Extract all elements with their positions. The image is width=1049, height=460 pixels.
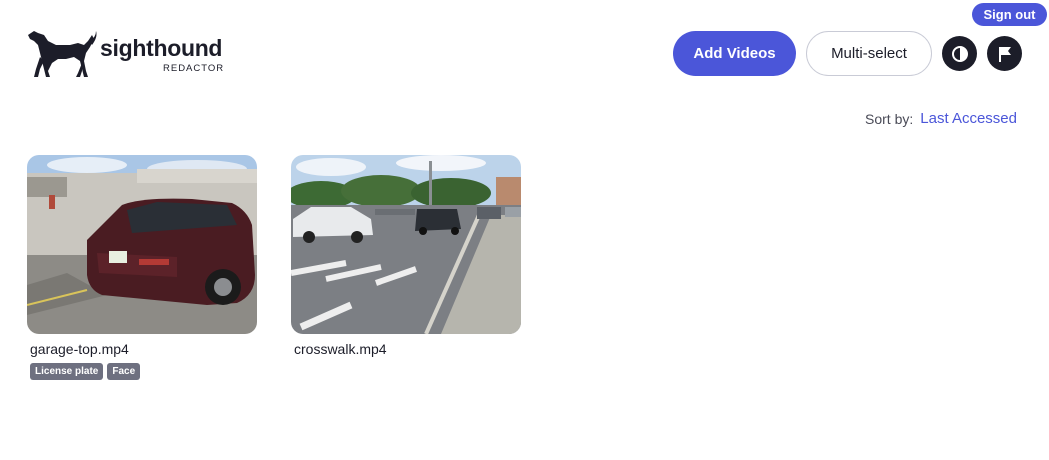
tag-list: License plate Face	[30, 363, 257, 380]
sort-control: Sort by: Last Accessed	[865, 110, 1017, 127]
contrast-toggle-button[interactable]	[942, 36, 977, 71]
flag-icon	[998, 46, 1011, 62]
sort-label: Sort by:	[865, 110, 914, 127]
brand-name: sighthound	[100, 35, 223, 61]
sighthound-logo: sighthound REDACTOR	[26, 27, 231, 79]
video-card[interactable]: garage-top.mp4 License plate Face	[27, 155, 257, 380]
video-filename[interactable]: garage-top.mp4	[30, 341, 257, 357]
multi-select-button[interactable]: Multi-select	[806, 31, 932, 76]
add-videos-button[interactable]: Add Videos	[673, 31, 796, 76]
tag-badge: License plate	[30, 363, 104, 380]
video-thumbnail-crosswalk[interactable]	[291, 155, 521, 334]
brand-subtitle: REDACTOR	[163, 63, 225, 74]
video-filename[interactable]: crosswalk.mp4	[294, 341, 521, 357]
contrast-icon	[951, 45, 968, 62]
sign-out-button[interactable]: Sign out	[972, 3, 1047, 26]
video-card[interactable]: crosswalk.mp4	[291, 155, 521, 357]
video-thumbnail-garage-top[interactable]	[27, 155, 257, 334]
tag-badge: Face	[107, 363, 141, 380]
flag-button[interactable]	[987, 36, 1022, 71]
sort-dropdown[interactable]: Last Accessed	[920, 110, 1017, 127]
greyhound-dog-icon	[28, 31, 97, 77]
